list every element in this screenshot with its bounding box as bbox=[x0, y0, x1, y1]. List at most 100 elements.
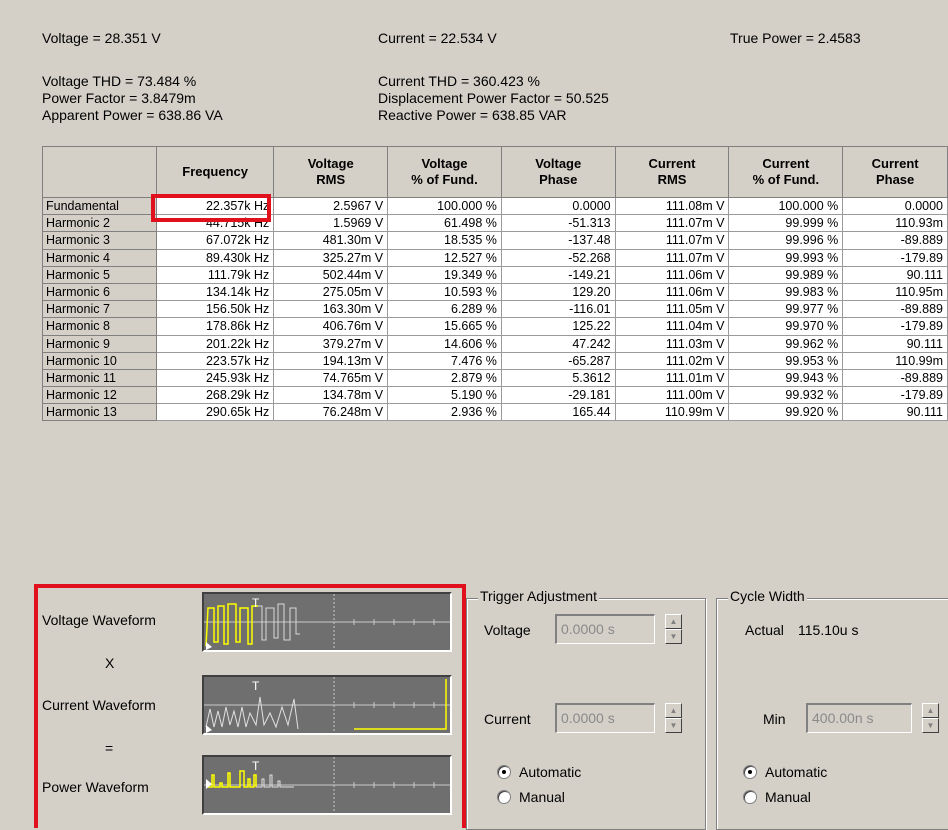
table-row: Harmonic 11 245.93k Hz 74.765m V 2.879 % 5.3… bbox=[41, 368, 948, 388]
column-header-0 bbox=[41, 146, 158, 198]
table-cell: 165.44 bbox=[500, 403, 616, 422]
harmonics-table: Frequency Voltage RMS Voltage % of Fund. Vo… bbox=[41, 146, 948, 422]
table-cell: 129.20 bbox=[500, 282, 616, 302]
row-label: Fundamental bbox=[41, 196, 158, 216]
row-label: Harmonic 2 bbox=[41, 214, 158, 233]
row-label: Harmonic 11 bbox=[41, 368, 158, 388]
trigger-current-up-icon[interactable]: ▲ bbox=[665, 703, 682, 718]
table-cell: 2.936 % bbox=[387, 403, 502, 422]
cycle-automatic-radio-icon[interactable] bbox=[743, 765, 757, 779]
table-row: Harmonic 5 111.79k Hz 502.44m V 19.349 % -14… bbox=[41, 265, 948, 284]
table-cell: -149.21 bbox=[500, 265, 616, 284]
voltage-waveform-display: T bbox=[202, 592, 452, 652]
trigger-voltage-spinner[interactable]: ▲ ▼ bbox=[665, 614, 682, 644]
table-row: Harmonic 3 67.072k Hz 481.30m V 18.535 % -13… bbox=[41, 231, 948, 250]
table-cell: 47.242 bbox=[500, 334, 616, 353]
table-cell: 502.44m V bbox=[273, 265, 389, 284]
table-cell: 111.07m V bbox=[614, 214, 730, 233]
table-row: Harmonic 4 89.430k Hz 325.27m V 12.527 % -52… bbox=[41, 248, 948, 267]
voltage-waveform-label: Voltage Waveform bbox=[42, 612, 156, 628]
current-trigger-marker: T bbox=[252, 679, 260, 693]
true-power-readout: True Power = 2.4583 bbox=[730, 30, 861, 46]
trigger-manual-radio[interactable]: Manual bbox=[497, 789, 565, 805]
power-waveform-display: T bbox=[202, 755, 452, 815]
table-cell: -179.89 bbox=[842, 386, 948, 405]
row-label: Harmonic 13 bbox=[41, 403, 158, 422]
table-cell: 99.932 % bbox=[728, 386, 844, 405]
cycle-min-up-icon[interactable]: ▲ bbox=[922, 703, 939, 718]
trigger-current-field[interactable]: 0.0000 s bbox=[555, 703, 655, 733]
table-cell: 275.05m V bbox=[273, 282, 389, 302]
cycle-manual-radio-icon[interactable] bbox=[743, 790, 757, 804]
row-label: Harmonic 5 bbox=[41, 265, 158, 284]
table-cell: 18.535 % bbox=[387, 231, 502, 250]
cycle-manual-radio[interactable]: Manual bbox=[743, 789, 811, 805]
table-cell: 111.07m V bbox=[614, 248, 730, 267]
table-cell: 223.57k Hz bbox=[156, 351, 275, 370]
row-label: Harmonic 7 bbox=[41, 300, 158, 319]
trigger-current-spinner[interactable]: ▲ ▼ bbox=[665, 703, 682, 733]
table-cell: 44.715k Hz bbox=[156, 214, 275, 233]
table-cell: -51.313 bbox=[500, 214, 616, 233]
row-label: Harmonic 12 bbox=[41, 386, 158, 405]
voltage-readout: Voltage = 28.351 V bbox=[42, 30, 161, 46]
column-header-4: Voltage Phase bbox=[500, 146, 616, 198]
cycle-automatic-radio[interactable]: Automatic bbox=[743, 764, 827, 780]
table-cell: -179.89 bbox=[842, 317, 948, 336]
trigger-voltage-field[interactable]: 0.0000 s bbox=[555, 614, 655, 644]
table-cell: 99.999 % bbox=[728, 214, 844, 233]
displacement-pf-readout: Displacement Power Factor = 50.525 bbox=[378, 90, 609, 106]
power-waveform-plot: T bbox=[204, 757, 450, 813]
table-cell: -29.181 bbox=[500, 386, 616, 405]
table-cell: 19.349 % bbox=[387, 265, 502, 284]
table-cell: 99.962 % bbox=[728, 334, 844, 353]
cycle-min-field[interactable]: 400.00n s bbox=[806, 703, 912, 733]
cycle-min-spinner[interactable]: ▲ ▼ bbox=[922, 703, 939, 733]
cycle-min-down-icon[interactable]: ▼ bbox=[922, 718, 939, 733]
table-cell: 481.30m V bbox=[273, 231, 389, 250]
voltage-waveform-plot: T bbox=[204, 594, 450, 650]
table-cell: -89.889 bbox=[842, 300, 948, 319]
row-label: Harmonic 8 bbox=[41, 317, 158, 336]
row-label: Harmonic 10 bbox=[41, 351, 158, 370]
table-cell: 2.5967 V bbox=[273, 196, 389, 216]
column-header-7: Current Phase bbox=[842, 146, 948, 198]
table-cell: 111.07m V bbox=[614, 231, 730, 250]
table-cell: 99.977 % bbox=[728, 300, 844, 319]
table-cell: 99.970 % bbox=[728, 317, 844, 336]
table-cell: 245.93k Hz bbox=[156, 368, 275, 388]
trigger-automatic-radio-icon[interactable] bbox=[497, 765, 511, 779]
table-cell: 194.13m V bbox=[273, 351, 389, 370]
table-cell: 110.93m bbox=[842, 214, 948, 233]
table-cell: 99.953 % bbox=[728, 351, 844, 370]
table-cell: 99.983 % bbox=[728, 282, 844, 302]
table-cell: -89.889 bbox=[842, 231, 948, 250]
table-cell: 90.111 bbox=[842, 334, 948, 353]
voltage-trace bbox=[205, 603, 258, 647]
reactive-power-readout: Reactive Power = 638.85 VAR bbox=[378, 107, 567, 123]
table-cell: 110.99m bbox=[842, 351, 948, 370]
table-cell: 111.08m V bbox=[614, 196, 730, 216]
table-cell: 89.430k Hz bbox=[156, 248, 275, 267]
cycle-width-title: Cycle Width bbox=[728, 588, 807, 604]
table-cell: 22.357k Hz bbox=[156, 196, 275, 216]
table-cell: 99.989 % bbox=[728, 265, 844, 284]
table-cell: 76.248m V bbox=[273, 403, 389, 422]
table-cell: 100.000 % bbox=[387, 196, 502, 216]
trigger-voltage-up-icon[interactable]: ▲ bbox=[665, 614, 682, 629]
table-cell: 111.06m V bbox=[614, 265, 730, 284]
trigger-manual-radio-icon[interactable] bbox=[497, 790, 511, 804]
table-cell: 7.476 % bbox=[387, 351, 502, 370]
table-cell: -52.268 bbox=[500, 248, 616, 267]
trigger-automatic-radio[interactable]: Automatic bbox=[497, 764, 581, 780]
table-cell: 111.02m V bbox=[614, 351, 730, 370]
table-row: Harmonic 13 290.65k Hz 76.248m V 2.936 % 165… bbox=[41, 403, 948, 422]
cycle-actual-value: 115.10u s bbox=[798, 622, 859, 638]
trigger-voltage-down-icon[interactable]: ▼ bbox=[665, 629, 682, 644]
table-row: Harmonic 2 44.715k Hz 1.5969 V 61.498 % -51.… bbox=[41, 214, 948, 233]
trigger-current-down-icon[interactable]: ▼ bbox=[665, 718, 682, 733]
table-cell: 111.04m V bbox=[614, 317, 730, 336]
current-waveform-label: Current Waveform bbox=[42, 697, 156, 713]
table-cell: 0.0000 bbox=[500, 196, 616, 216]
table-cell: 111.01m V bbox=[614, 368, 730, 388]
